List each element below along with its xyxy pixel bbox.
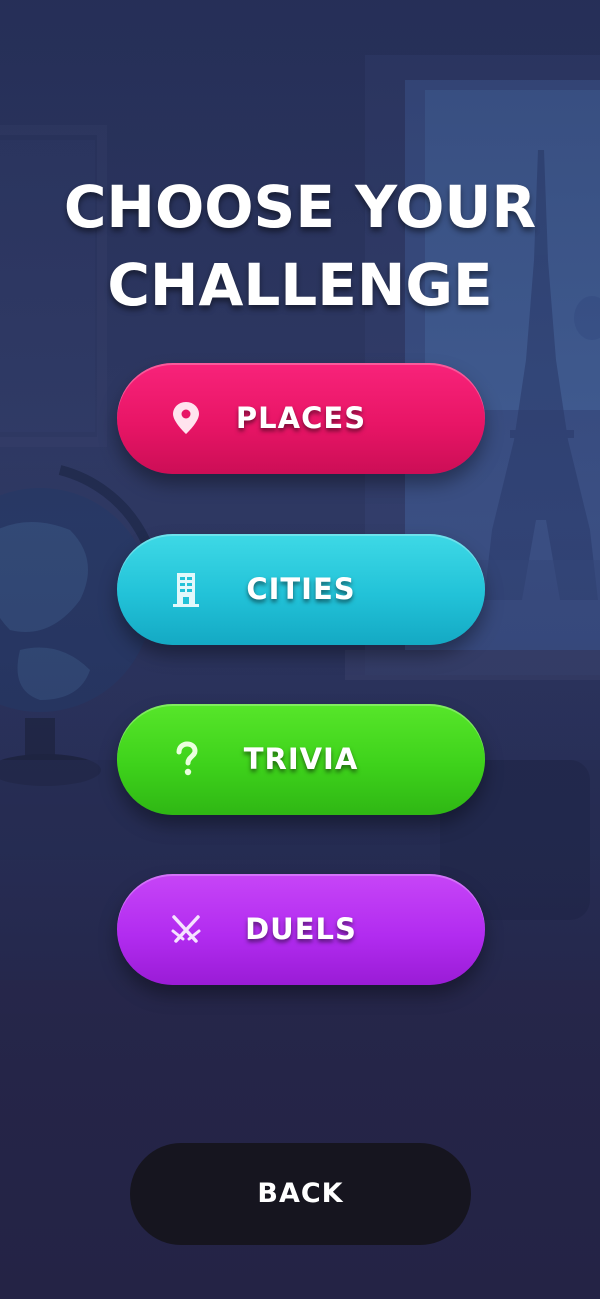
trivia-button-label: TRIVIA xyxy=(243,742,359,776)
cities-button[interactable]: CITIES xyxy=(117,534,485,645)
cities-button-label: CITIES xyxy=(246,572,356,606)
title-line-2: CHALLENGE xyxy=(107,251,493,319)
back-button-label: BACK xyxy=(257,1178,344,1209)
screen-title: CHOOSE YOUR CHALLENGE xyxy=(0,168,600,324)
places-button[interactable]: PLACES xyxy=(117,363,485,474)
back-button[interactable]: BACK xyxy=(130,1143,471,1245)
title-line-1: CHOOSE YOUR xyxy=(63,173,537,241)
places-button-label: PLACES xyxy=(235,401,367,435)
duels-button[interactable]: DUELS xyxy=(117,874,485,985)
duels-button-label: DUELS xyxy=(245,912,357,946)
trivia-button[interactable]: TRIVIA xyxy=(117,704,485,815)
